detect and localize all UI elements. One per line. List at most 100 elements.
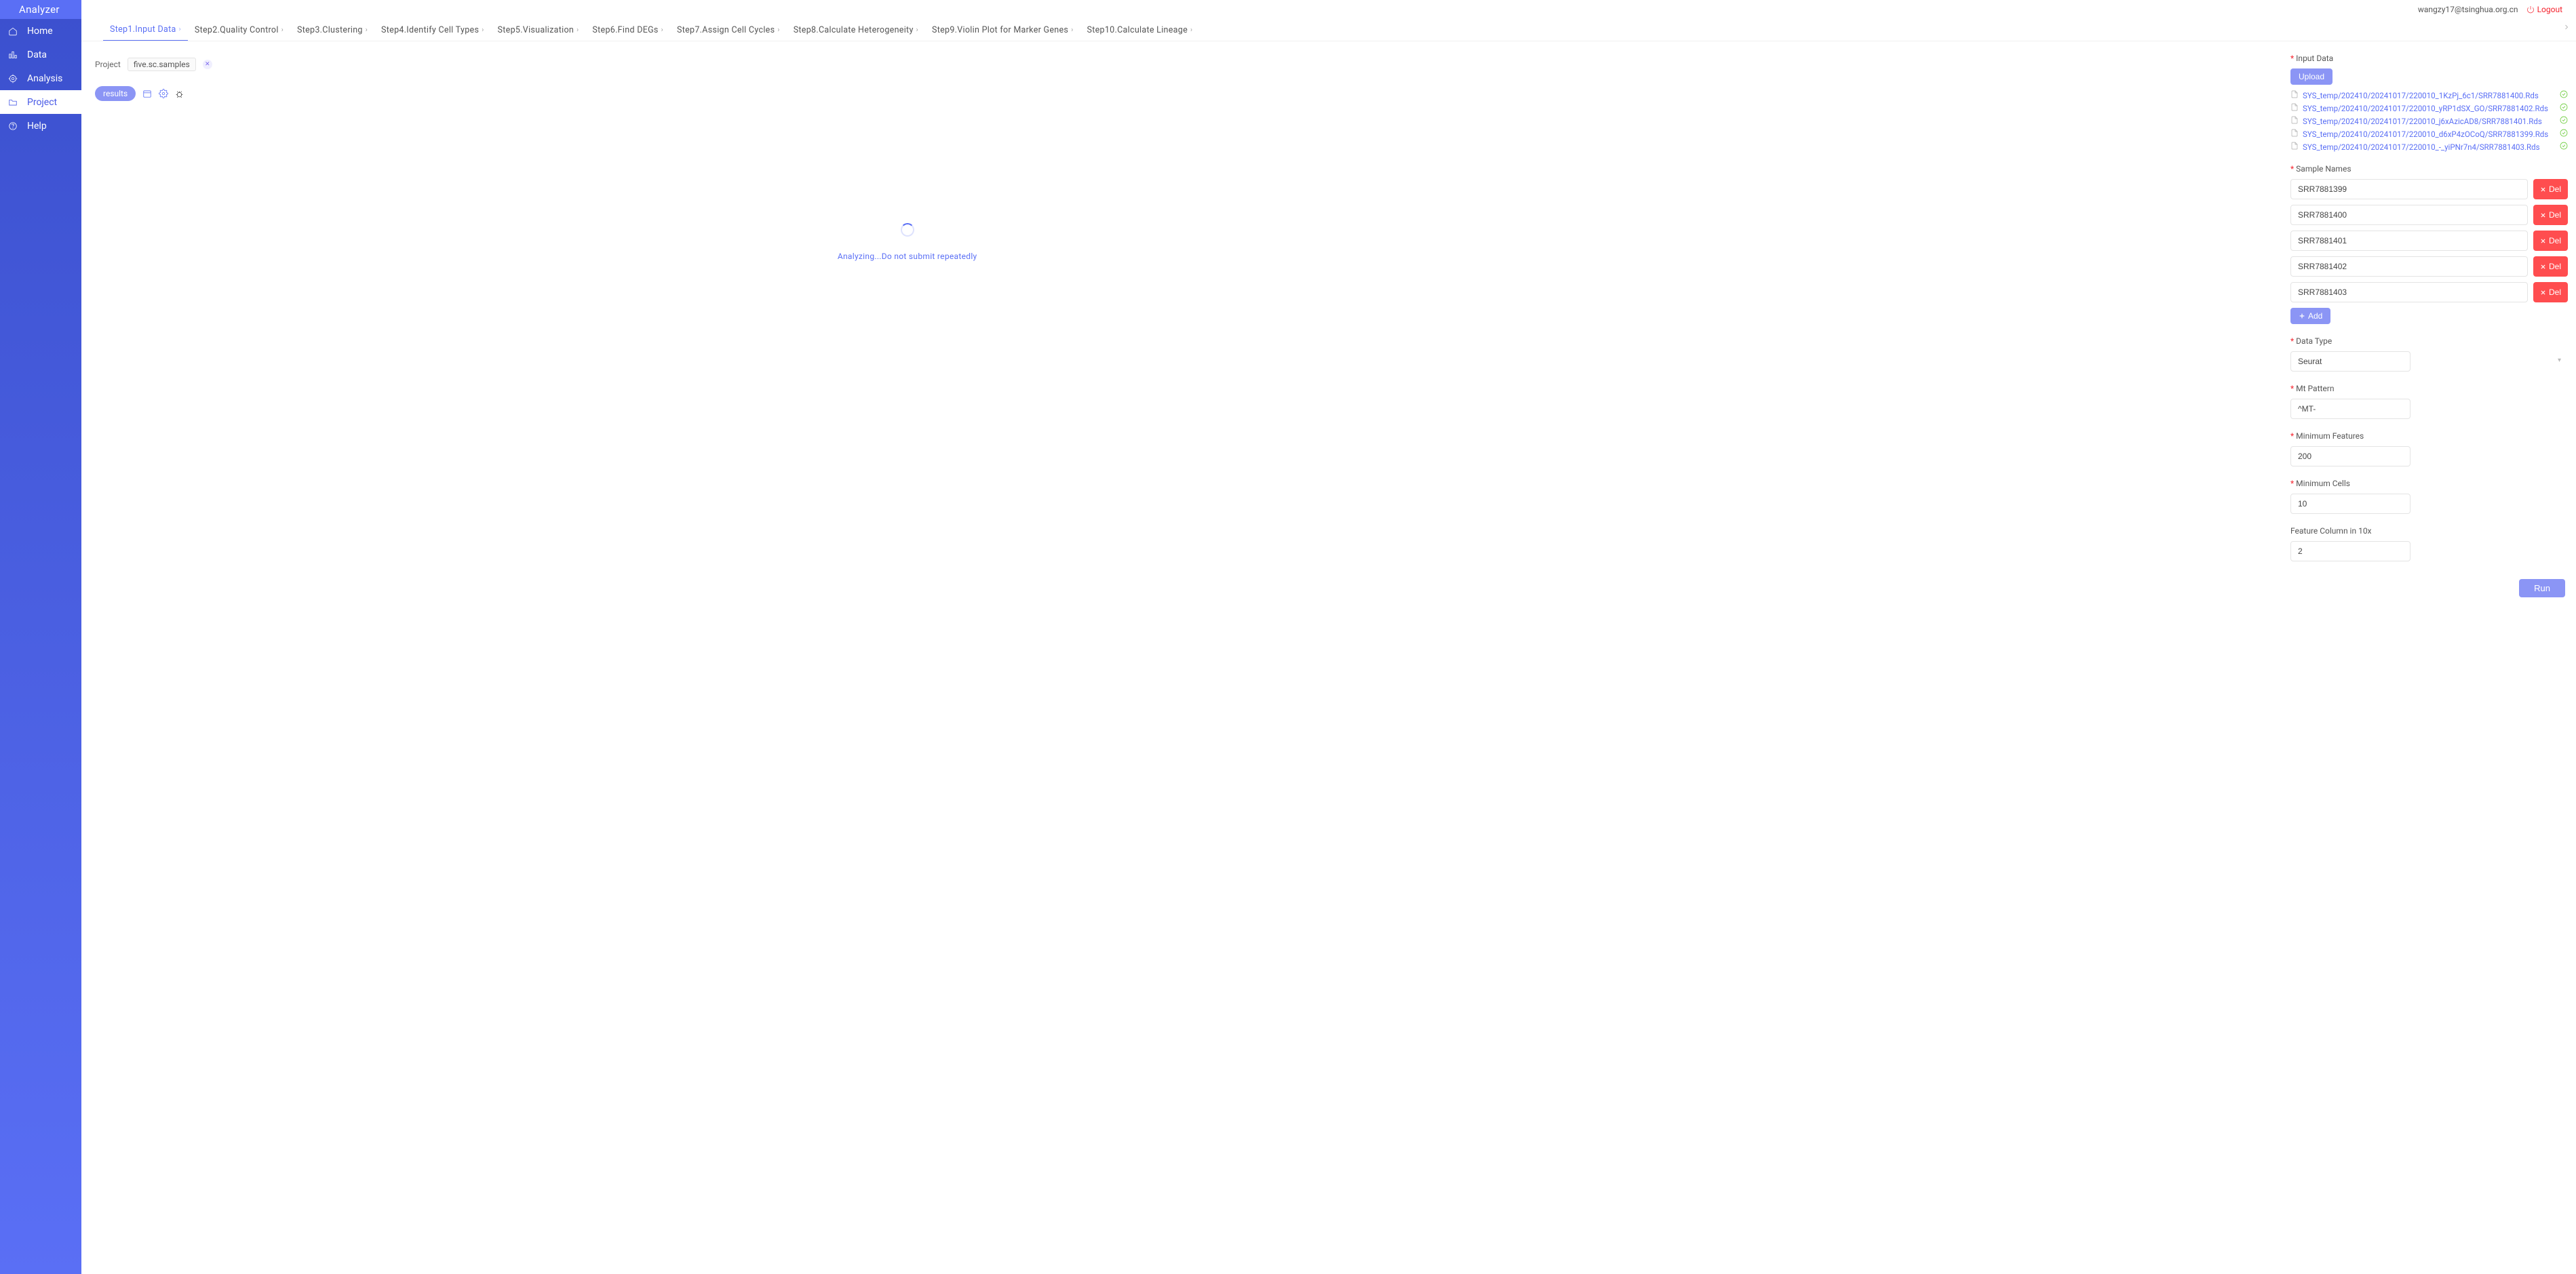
check-icon (2560, 90, 2568, 100)
delete-sample-button[interactable]: Del (2533, 231, 2568, 251)
sidebar-item-home[interactable]: Home (0, 19, 81, 43)
min-cells-input[interactable] (2290, 494, 2411, 514)
document-icon (2290, 103, 2299, 113)
sample-names-label: *Sample Names (2290, 164, 2568, 174)
tab-step5[interactable]: Step5.Visualization› (491, 19, 586, 41)
sidebar-item-data[interactable]: Data (0, 43, 81, 66)
logout-label: Logout (2537, 5, 2562, 14)
sidebar-item-project[interactable]: Project (0, 90, 81, 114)
file-name[interactable]: SYS_temp/202410/20241017/220010_-_yiPNr7… (2303, 142, 2556, 152)
input-data-label: *Input Data (2290, 54, 2568, 63)
user-email: wangzy17@tsinghua.org.cn (2418, 5, 2518, 14)
feature-col-label: Feature Column in 10x (2290, 526, 2568, 536)
check-icon (2560, 142, 2568, 152)
chevron-down-icon: ▾ (2558, 357, 2561, 364)
data-type-select[interactable] (2290, 351, 2411, 372)
sample-row: Del (2290, 256, 2568, 277)
document-icon (2290, 90, 2299, 100)
tab-step9[interactable]: Step9.Violin Plot for Marker Genes› (925, 19, 1080, 41)
spinner-icon (901, 223, 914, 237)
sample-name-input[interactable] (2290, 231, 2528, 251)
home-icon (8, 26, 18, 36)
sample-row: Del (2290, 179, 2568, 199)
tab-step7[interactable]: Step7.Assign Cell Cycles› (670, 19, 787, 41)
mt-pattern-input[interactable] (2290, 399, 2411, 419)
sidebar-item-label: Data (27, 49, 47, 60)
delete-sample-button[interactable]: Del (2533, 179, 2568, 199)
file-name[interactable]: SYS_temp/202410/20241017/220010_yRP1dSX_… (2303, 104, 2556, 113)
chevron-right-icon: › (577, 26, 579, 34)
sample-row: Del (2290, 231, 2568, 251)
tab-step2[interactable]: Step2.Quality Control› (188, 19, 290, 41)
sidebar-item-label: Project (27, 97, 57, 108)
sidebar-item-help[interactable]: Help (0, 114, 81, 138)
min-cells-label: *Minimum Cells (2290, 479, 2568, 488)
tabs-scroll-right-icon[interactable] (2562, 23, 2571, 34)
analyzing-indicator: Analyzing...Do not submit repeatedly (95, 223, 1719, 261)
tab-step8[interactable]: Step8.Calculate Heterogeneity› (787, 19, 925, 41)
sample-name-input[interactable] (2290, 282, 2528, 302)
project-label: Project (95, 60, 121, 69)
center-pane: Project five.sc.samples ✕ results (81, 41, 2290, 1274)
help-icon (8, 121, 18, 131)
chevron-right-icon: › (281, 26, 284, 34)
calendar-icon[interactable] (142, 89, 152, 98)
sidebar-item-label: Help (27, 121, 47, 132)
tab-step10[interactable]: Step10.Calculate Lineage› (1080, 19, 1200, 41)
brand-title: Analyzer (0, 0, 81, 19)
tab-step6[interactable]: Step6.Find DEGs› (585, 19, 670, 41)
clear-project-icon[interactable]: ✕ (203, 60, 212, 69)
sample-name-input[interactable] (2290, 256, 2528, 277)
file-name[interactable]: SYS_temp/202410/20241017/220010_d6xP4zOC… (2303, 130, 2556, 139)
close-icon (2540, 212, 2546, 218)
logout-button[interactable]: Logout (2526, 5, 2562, 14)
delete-sample-button[interactable]: Del (2533, 205, 2568, 225)
uploaded-file: SYS_temp/202410/20241017/220010_j6xAzicA… (2290, 116, 2568, 126)
run-button[interactable]: Run (2519, 579, 2565, 597)
sidebar-item-label: Home (27, 26, 53, 37)
tab-step4[interactable]: Step4.Identify Cell Types› (374, 19, 491, 41)
sample-name-input[interactable] (2290, 205, 2528, 225)
close-icon (2540, 186, 2546, 193)
tab-step1[interactable]: Step1.Input Data› (103, 19, 188, 41)
document-icon (2290, 116, 2299, 126)
folder-icon (8, 98, 18, 107)
chevron-right-icon: › (1190, 26, 1192, 34)
chevron-right-icon: › (366, 26, 368, 34)
close-icon (2540, 264, 2546, 270)
graph-icon (8, 50, 18, 60)
add-sample-button[interactable]: Add (2290, 308, 2330, 324)
uploaded-file: SYS_temp/202410/20241017/220010_-_yiPNr7… (2290, 142, 2568, 152)
chevron-right-icon: › (916, 26, 918, 34)
close-icon (2540, 290, 2546, 296)
chevron-right-icon: › (482, 26, 484, 34)
chevron-right-icon: › (1071, 26, 1073, 34)
sidebar: Analyzer Home Data Analysis Project (0, 0, 81, 1274)
min-features-label: *Minimum Features (2290, 431, 2568, 441)
sample-name-input[interactable] (2290, 179, 2528, 199)
delete-sample-button[interactable]: Del (2533, 256, 2568, 277)
power-icon (2526, 5, 2535, 14)
check-icon (2560, 129, 2568, 139)
min-features-input[interactable] (2290, 446, 2411, 466)
sidebar-item-analysis[interactable]: Analysis (0, 66, 81, 90)
mt-pattern-label: *Mt Pattern (2290, 384, 2568, 393)
tab-step3[interactable]: Step3.Clustering› (290, 19, 374, 41)
plus-icon (2299, 313, 2305, 319)
analyzing-text: Analyzing...Do not submit repeatedly (838, 252, 977, 261)
bug-icon[interactable] (175, 89, 184, 98)
project-name-tag: five.sc.samples (128, 58, 196, 71)
delete-sample-button[interactable]: Del (2533, 282, 2568, 302)
feature-col-input[interactable] (2290, 541, 2411, 561)
file-name[interactable]: SYS_temp/202410/20241017/220010_j6xAzicA… (2303, 117, 2556, 126)
sample-row: Del (2290, 205, 2568, 225)
check-icon (2560, 103, 2568, 113)
file-name[interactable]: SYS_temp/202410/20241017/220010_1KzPj_6c… (2303, 91, 2556, 100)
gear-icon[interactable] (159, 89, 168, 98)
results-button[interactable]: results (95, 86, 136, 101)
data-type-label: *Data Type (2290, 336, 2568, 346)
chevron-right-icon: › (661, 26, 663, 34)
sidebar-item-label: Analysis (27, 73, 62, 84)
upload-button[interactable]: Upload (2290, 68, 2333, 85)
topbar: wangzy17@tsinghua.org.cn Logout (81, 0, 2576, 19)
